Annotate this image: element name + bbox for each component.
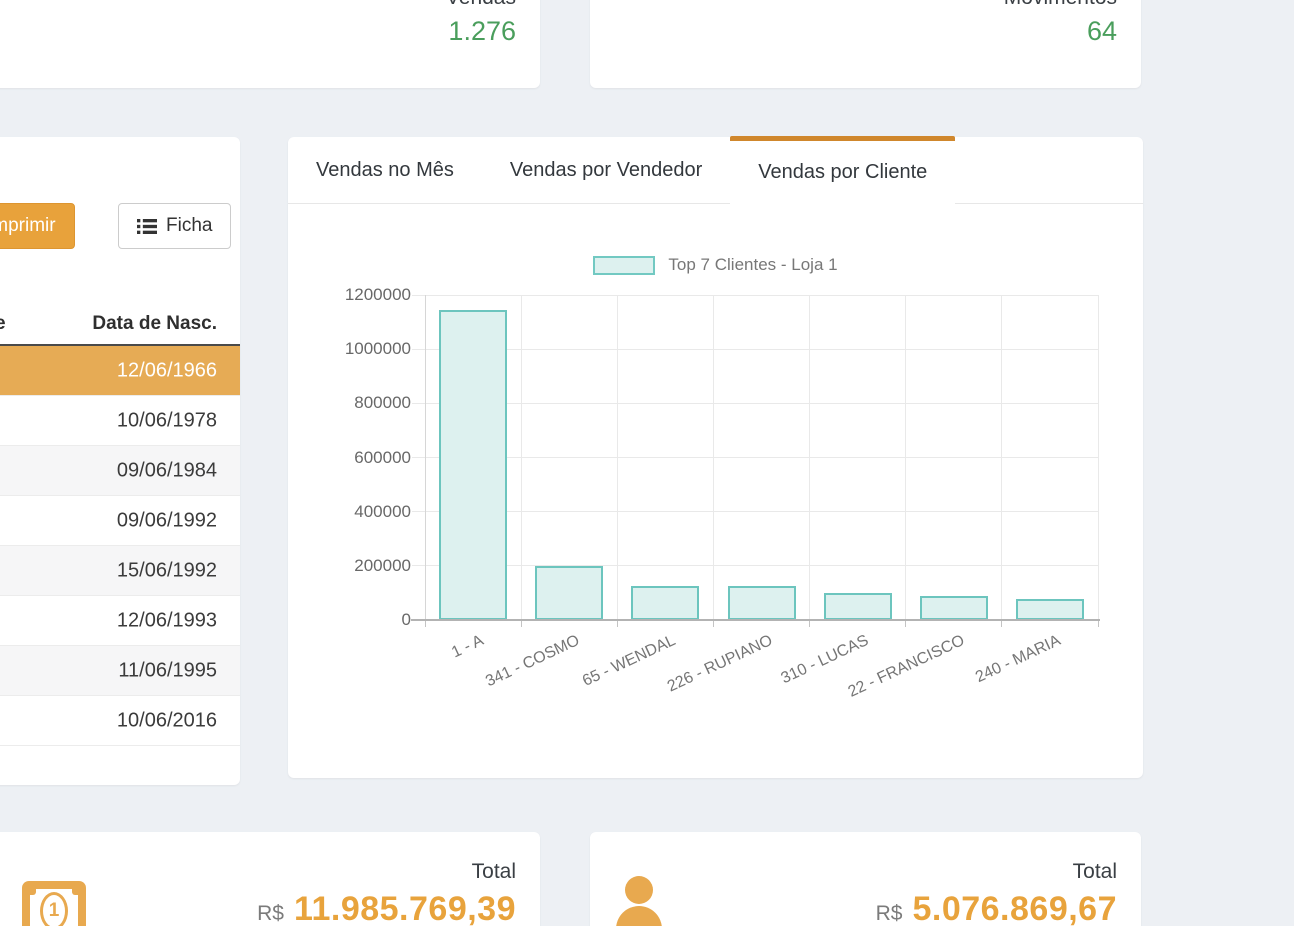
vendas-value: 1.276 (448, 16, 516, 47)
client-table: 12/06/1966 5 10/06/1978 09/06/1984 09/06… (0, 346, 240, 746)
dashboard-screen: Vendas 1.276 Movimentos 64 Imprimir Fich… (0, 0, 1294, 926)
y-axis-tick-label: 800000 (354, 393, 411, 413)
gridline-v (809, 295, 810, 620)
chart-bar[interactable] (631, 586, 699, 620)
gridline-v (617, 295, 618, 620)
x-axis-category-label: 1 - A (449, 632, 486, 662)
chart-bar[interactable] (920, 596, 988, 620)
gridline-v (1001, 295, 1002, 620)
total-sales-value: 11.985.769,39 (294, 890, 516, 926)
y-axis-tick-label: 1000000 (345, 339, 411, 359)
card-movimentos: Movimentos 64 (590, 0, 1141, 88)
person-icon (612, 872, 666, 926)
gridline-h (412, 457, 1098, 458)
y-axis-tick-label: 1200000 (345, 285, 411, 305)
ficha-button[interactable]: Ficha (118, 203, 231, 249)
tab-vendas-no-mes[interactable]: Vendas no Mês (288, 137, 482, 203)
total-clients-line: R$ 5.076.869,67 (876, 890, 1117, 926)
y-axis-tick-label: 200000 (354, 556, 411, 576)
chart-legend[interactable]: Top 7 Clientes - Loja 1 (288, 255, 1143, 275)
money-icon: 1 (22, 881, 86, 926)
total-sales-line: R$ 11.985.769,39 (257, 890, 516, 926)
table-row[interactable]: 5 10/06/1978 (0, 396, 240, 446)
total-sales-label: Total (472, 860, 516, 884)
chart-tabbar: Vendas no Mês Vendas por Vendedor Vendas… (288, 137, 1143, 204)
x-axis-line (411, 619, 1100, 621)
x-axis-tickmark (713, 621, 714, 627)
ficha-button-label: Ficha (166, 215, 212, 237)
x-axis-tickmark (1098, 621, 1099, 627)
table-row[interactable]: 09/06/1984 (0, 446, 240, 496)
x-axis-category-label: 65 - WENDAL (580, 632, 679, 691)
table-row[interactable]: 6 10/06/2016 (0, 696, 240, 746)
y-axis-tick-label: 400000 (354, 502, 411, 522)
x-axis-tickmark (425, 621, 426, 627)
list-icon (137, 218, 157, 235)
row-birthdate: 15/06/1992 (117, 559, 217, 582)
y-axis-tick-label: 0 (402, 610, 411, 630)
row-birthdate: 09/06/1984 (117, 459, 217, 482)
chart-plot: 0200000400000600000800000100000012000001… (425, 295, 1098, 620)
row-birthdate: 10/06/1978 (117, 409, 217, 432)
table-row[interactable]: 12/06/1993 (0, 596, 240, 646)
chart-bar[interactable] (824, 593, 892, 620)
x-axis-tickmark (521, 621, 522, 627)
x-axis-category-label: 240 - MARIA (973, 632, 1064, 687)
total-sales-currency: R$ (257, 902, 284, 926)
total-clients-currency: R$ (876, 902, 903, 926)
total-clients-value: 5.076.869,67 (912, 890, 1117, 926)
row-birthdate: 12/06/1966 (117, 359, 217, 382)
gridline-h (412, 349, 1098, 350)
x-axis-category-label: 341 - COSMO (483, 632, 582, 691)
table-header-left-fragment: e (0, 313, 6, 335)
print-button[interactable]: Imprimir (0, 203, 75, 249)
table-row[interactable]: 09/06/1992 (0, 496, 240, 546)
gridline-v (521, 295, 522, 620)
legend-label: Top 7 Clientes - Loja 1 (668, 255, 837, 275)
gridline-v (1098, 295, 1099, 620)
chart-bar[interactable] (1016, 599, 1084, 620)
gridline-h (412, 511, 1098, 512)
table-row[interactable]: 15/06/1992 (0, 546, 240, 596)
card-total-clients: Total R$ 5.076.869,67 (590, 832, 1141, 926)
table-header-birthdate: Data de Nasc. (92, 313, 217, 335)
chart-bar[interactable] (728, 586, 796, 620)
tab-vendas-por-cliente[interactable]: Vendas por Cliente (730, 136, 955, 204)
tab-vendas-por-vendedor[interactable]: Vendas por Vendedor (482, 137, 730, 203)
vendas-label: Vendas (446, 0, 516, 10)
gridline-v (713, 295, 714, 620)
row-birthdate: 11/06/1995 (118, 659, 217, 682)
gridline-h (412, 565, 1098, 566)
legend-swatch (593, 256, 655, 275)
card-vendas: Vendas 1.276 (0, 0, 540, 88)
movimentos-label: Movimentos (1004, 0, 1117, 10)
table-row[interactable]: 11/06/1995 (0, 646, 240, 696)
x-axis-tickmark (1001, 621, 1002, 627)
movimentos-value: 64 (1087, 16, 1117, 47)
chart-bar[interactable] (439, 310, 507, 620)
x-axis-tickmark (617, 621, 618, 627)
row-birthdate: 10/06/2016 (117, 709, 217, 732)
row-birthdate: 12/06/1993 (117, 609, 217, 632)
print-button-label: Imprimir (0, 215, 56, 237)
gridline-v (425, 295, 426, 620)
card-client-table: Imprimir Ficha e Data de Nasc. 12/06/196… (0, 137, 240, 785)
x-axis-category-label: 226 - RUPIANO (664, 632, 775, 696)
gridline-h (412, 295, 1098, 296)
chart-bar[interactable] (535, 566, 603, 620)
gridline-v (905, 295, 906, 620)
x-axis-tickmark (905, 621, 906, 627)
x-axis-tickmark (809, 621, 810, 627)
y-axis-tick-label: 600000 (354, 448, 411, 468)
card-sales-chart: Vendas no Mês Vendas por Vendedor Vendas… (288, 137, 1143, 778)
card-total-sales: 1 Total R$ 11.985.769,39 (0, 832, 540, 926)
row-birthdate: 09/06/1992 (117, 509, 217, 532)
gridline-h (412, 403, 1098, 404)
table-row[interactable]: 12/06/1966 (0, 346, 240, 396)
total-clients-label: Total (1073, 860, 1117, 884)
